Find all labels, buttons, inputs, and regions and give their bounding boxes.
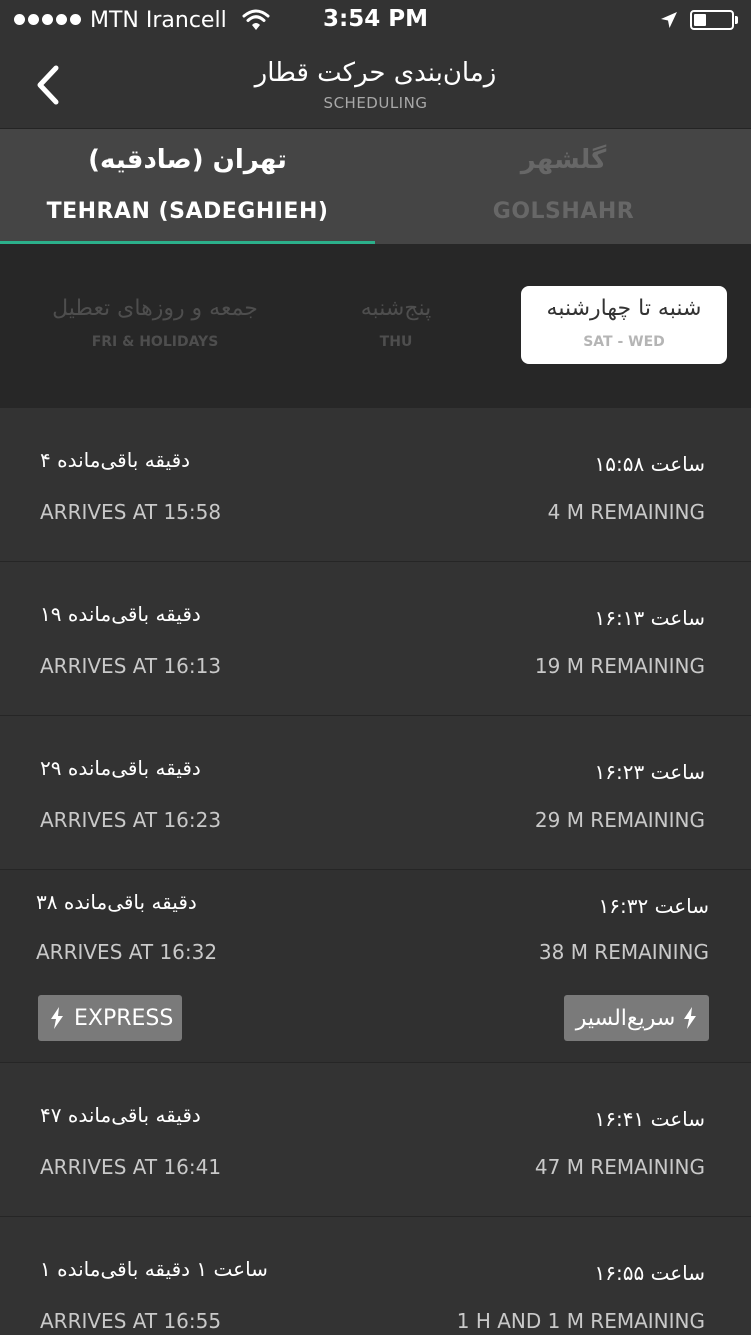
departure-time-fa: ساعت ۱۶:۳۲ (598, 894, 710, 918)
page-title: زمان‌بندی حرکت قطار (254, 58, 497, 88)
express-badge-label-fa: سریع‌السیر (575, 1005, 676, 1031)
arrives-at: ARRIVES AT 16:41 (40, 1155, 222, 1179)
remaining-en: 29 M REMAINING (534, 808, 705, 832)
arrives-at: ARRIVES AT 16:32 (36, 940, 218, 964)
day-label-fa: شنبه تا چهارشنبه (546, 296, 702, 321)
departure-time-fa: ساعت ۱۵:۵۸ (594, 452, 706, 476)
tab-label-fa: تهران (صادقیه) (88, 145, 287, 175)
tab-tehran-sadeghieh[interactable]: تهران (صادقیه) TEHRAN (SADEGHIEH) (0, 129, 375, 244)
location-arrow-icon (661, 12, 677, 28)
status-time: 3:54 PM (323, 6, 428, 32)
status-bar: MTN Irancell 3:54 PM (0, 0, 751, 44)
remaining-fa: ۲۹ دقیقه باقی‌مانده (40, 756, 201, 780)
lightning-icon (684, 1007, 697, 1029)
remaining-en: 1 H AND 1 M REMAINING (456, 1309, 705, 1333)
day-option-fri-holidays[interactable]: جمعه و روزهای تعطیل FRI & HOLIDAYS (20, 286, 290, 364)
list-item[interactable]: ۴ دقیقه باقی‌مانده ساعت ۱۵:۵۸ ARRIVES AT… (0, 408, 751, 562)
remaining-fa: ۳۸ دقیقه باقی‌مانده (36, 890, 197, 914)
departure-time-fa: ساعت ۱۶:۵۵ (594, 1261, 706, 1285)
remaining-fa: ۱ ساعت ۱ دقیقه باقی‌مانده (40, 1257, 268, 1281)
remaining-en: 4 M REMAINING (547, 500, 705, 524)
app-root: MTN Irancell 3:54 PM زمان‌بندی حرکت قطار… (0, 0, 751, 1335)
day-label-en: FRI & HOLIDAYS (91, 334, 219, 350)
day-label-fa: پنج‌شنبه (360, 296, 432, 321)
nav-bar: زمان‌بندی حرکت قطار SCHEDULING (0, 44, 751, 129)
remaining-fa: ۴۷ دقیقه باقی‌مانده (40, 1103, 201, 1127)
schedule-list: ۴ دقیقه باقی‌مانده ساعت ۱۵:۵۸ ARRIVES AT… (0, 408, 751, 1335)
station-tabs: تهران (صادقیه) TEHRAN (SADEGHIEH) گلشهر … (0, 129, 751, 244)
departure-time-fa: ساعت ۱۶:۲۳ (594, 760, 706, 784)
remaining-fa: ۴ دقیقه باقی‌مانده (40, 448, 191, 472)
remaining-en: 19 M REMAINING (534, 654, 705, 678)
day-label-en: THU (379, 334, 413, 350)
list-item[interactable]: ۲۹ دقیقه باقی‌مانده ساعت ۱۶:۲۳ ARRIVES A… (0, 716, 751, 870)
departure-time-fa: ساعت ۱۶:۱۳ (594, 606, 706, 630)
list-item-express[interactable]: ۳۸ دقیقه باقی‌مانده ساعت ۱۶:۳۲ ARRIVES A… (0, 870, 751, 1063)
lightning-icon (51, 1007, 63, 1029)
day-filter: جمعه و روزهای تعطیل FRI & HOLIDAYS پنج‌ش… (0, 244, 751, 408)
express-badge-label: EXPRESS (74, 1005, 174, 1031)
list-item[interactable]: ۱ ساعت ۱ دقیقه باقی‌مانده ساعت ۱۶:۵۵ ARR… (0, 1217, 751, 1335)
list-item[interactable]: ۱۹ دقیقه باقی‌مانده ساعت ۱۶:۱۳ ARRIVES A… (0, 562, 751, 716)
arrives-at: ARRIVES AT 16:13 (40, 654, 222, 678)
remaining-en: 47 M REMAINING (534, 1155, 705, 1179)
tab-label-fa: گلشهر (520, 145, 607, 175)
day-label-en: SAT - WED (583, 334, 665, 350)
tab-golshahr[interactable]: گلشهر GOLSHAHR (376, 129, 751, 244)
remaining-fa: ۱۹ دقیقه باقی‌مانده (40, 602, 201, 626)
express-badge-fa: سریع‌السیر (564, 995, 709, 1041)
list-item[interactable]: ۴۷ دقیقه باقی‌مانده ساعت ۱۶:۴۱ ARRIVES A… (0, 1063, 751, 1217)
tab-label-en: TEHRAN (SADEGHIEH) (46, 199, 329, 224)
departure-time-fa: ساعت ۱۶:۴۱ (594, 1107, 706, 1131)
arrives-at: ARRIVES AT 16:55 (40, 1309, 222, 1333)
day-label-fa: جمعه و روزهای تعطیل (52, 296, 258, 321)
battery-icon (690, 10, 738, 30)
arrives-at: ARRIVES AT 15:58 (40, 500, 222, 524)
day-option-thu[interactable]: پنج‌شنبه THU (318, 286, 474, 364)
remaining-en: 38 M REMAINING (538, 940, 709, 964)
page-subtitle: SCHEDULING (323, 94, 428, 112)
express-badge: EXPRESS (38, 995, 182, 1041)
arrives-at: ARRIVES AT 16:23 (40, 808, 222, 832)
tab-label-en: GOLSHAHR (492, 199, 635, 224)
day-option-sat-wed[interactable]: شنبه تا چهارشنبه SAT - WED (521, 286, 727, 364)
